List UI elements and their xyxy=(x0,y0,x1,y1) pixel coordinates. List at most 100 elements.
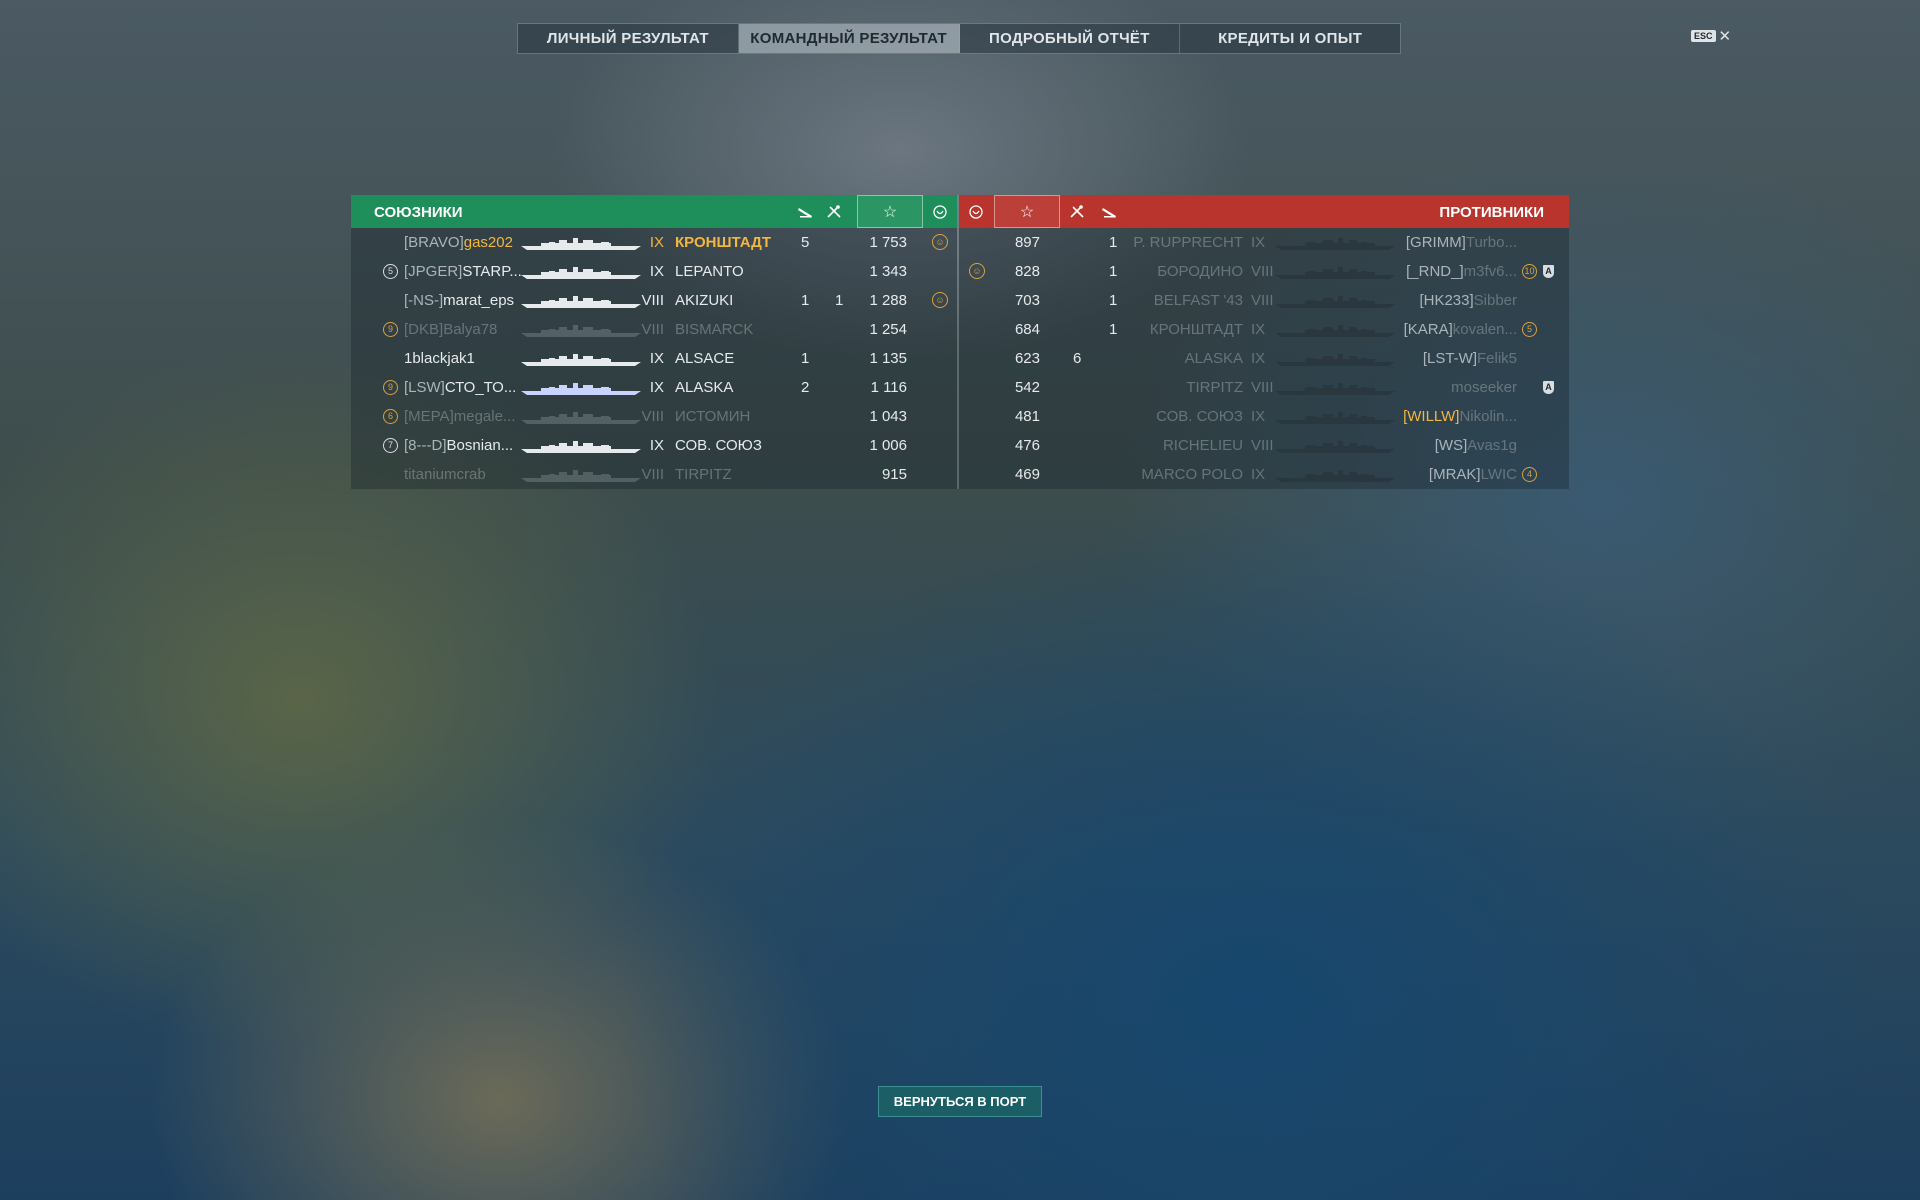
clan-tag: [WILLW] xyxy=(1403,408,1460,425)
ship-silhouette xyxy=(521,441,641,453)
base-xp-score: 481 xyxy=(1014,408,1040,425)
enemies-header: ☆ ПРОТИВНИКИ xyxy=(959,195,1569,228)
player-name[interactable]: [HK233]Sibber xyxy=(1419,292,1517,309)
ship-name: P. RUPPRECHT xyxy=(1133,234,1243,251)
player-name[interactable]: [LST-W]Felik5 xyxy=(1423,350,1517,367)
ship-silhouette xyxy=(521,383,641,395)
allies-title: СОЮЗНИКИ xyxy=(374,204,463,221)
enemy-row[interactable]: 476 RICHELIEU VIII [WS]Avas1g xyxy=(959,431,1569,460)
nickname: m3fv6... xyxy=(1463,263,1517,280)
enemy-row[interactable]: 703 1 BELFAST '43 VIII [HK233]Sibber xyxy=(959,286,1569,315)
ally-row[interactable]: [BRAVO]gas202 IX КРОНШТАДТ 5 1 753 ☺ xyxy=(351,228,957,257)
ship-silhouette xyxy=(1275,354,1395,366)
ship-tier: IX xyxy=(649,263,664,280)
results-tabs: ЛИЧНЫЙ РЕЗУЛЬТАТ КОМАНДНЫЙ РЕЗУЛЬТАТ ПОД… xyxy=(517,23,1401,54)
nickname: Turbo... xyxy=(1465,234,1517,251)
base-xp-score: 623 xyxy=(1014,350,1040,367)
clan-tag: [MRAK] xyxy=(1428,466,1481,483)
ally-row[interactable]: 9 [LSW]СТО_ТО... IX ALASKA 2 1 116 xyxy=(351,373,957,402)
player-name[interactable]: [JPGER]STARP... xyxy=(404,263,522,280)
enemy-row[interactable]: 542 TIRPITZ VIII moseeker A xyxy=(959,373,1569,402)
base-xp-score: 1 288 xyxy=(869,292,907,309)
ship-name: СОВ. СОЮЗ xyxy=(675,437,762,454)
enemy-row[interactable]: 623 6 ALASKA IX [LST-W]Felik5 xyxy=(959,344,1569,373)
base-xp-score: 1 135 xyxy=(869,350,907,367)
tab-credits-xp[interactable]: КРЕДИТЫ И ОПЫТ xyxy=(1180,24,1400,53)
medal-icon: ☺ xyxy=(969,263,985,279)
enemy-row[interactable]: 684 1 КРОНШТАДТ IX [KARA]kovalen... 5 xyxy=(959,315,1569,344)
torpedo-hits: 1 xyxy=(1109,321,1118,338)
ship-name: КРОНШТАДТ xyxy=(675,234,771,251)
enemy-row[interactable]: 469 MARCO POLO IX [MRAK]LWIC 4 xyxy=(959,460,1569,489)
clan-tag: [8---D] xyxy=(404,437,447,454)
ship-tier: IX xyxy=(649,379,664,396)
base-xp-score: 469 xyxy=(1014,466,1040,483)
player-name[interactable]: titaniumcrab xyxy=(404,466,486,483)
ally-row[interactable]: [-NS-]marat_eps VIII AKIZUKI 1 1 1 288 ☺ xyxy=(351,286,957,315)
planes-shot-icon xyxy=(1060,195,1094,228)
ally-row[interactable]: 7 [8---D]Bosnian... IX СОВ. СОЮЗ 1 006 xyxy=(351,431,957,460)
player-name[interactable]: [WS]Avas1g xyxy=(1435,437,1517,454)
ship-tier: IX xyxy=(649,437,664,454)
ship-name: ИСТОМИН xyxy=(675,408,751,425)
player-name[interactable]: [_RND_]m3fv6... xyxy=(1406,263,1517,280)
planes-shot: 6 xyxy=(1073,350,1082,367)
enemy-row[interactable]: 897 1 P. RUPPRECHT IX [GRIMM]Turbo... xyxy=(959,228,1569,257)
player-name[interactable]: [DKB]Balya78 xyxy=(404,321,497,338)
nickname: moseeker xyxy=(1451,379,1517,396)
ship-silhouette xyxy=(1275,383,1395,395)
close-icon: ✕ xyxy=(1718,28,1732,45)
ship-silhouette xyxy=(521,267,641,279)
base-xp-score: 1 254 xyxy=(869,321,907,338)
enemy-row[interactable]: ☺ 828 1 БОРОДИНО VIII [_RND_]m3fv6... 10 A xyxy=(959,257,1569,286)
medal-icon: ☺ xyxy=(932,292,948,308)
nickname: titaniumcrab xyxy=(404,466,486,483)
allies-panel: СОЮЗНИКИ ☆ [BRAVO]gas202 IX КРОНШТАДТ 5 1 75… xyxy=(351,195,957,489)
ship-silhouette xyxy=(1275,441,1395,453)
ally-row[interactable]: titaniumcrab VIII TIRPITZ 915 xyxy=(351,460,957,489)
nickname: 1blackjak1 xyxy=(404,350,475,367)
player-name[interactable]: [LSW]СТО_ТО... xyxy=(404,379,516,396)
player-name[interactable]: [GRIMM]Turbo... xyxy=(1406,234,1517,251)
player-name[interactable]: [MRAK]LWIC xyxy=(1429,466,1517,483)
player-name[interactable]: moseeker xyxy=(1451,379,1517,396)
enemy-row[interactable]: 481 СОВ. СОЮЗ IX [WILLW]Nikolin... xyxy=(959,402,1569,431)
player-name[interactable]: 1blackjak1 xyxy=(404,350,475,367)
clan-tag: [-NS-] xyxy=(404,292,444,309)
clan-tag: [MEPA] xyxy=(404,408,454,425)
ship-name: КРОНШТАДТ xyxy=(1149,321,1243,338)
nickname: Felik5 xyxy=(1476,350,1517,367)
ship-name: ALSACE xyxy=(675,350,735,367)
ally-row[interactable]: 1blackjak1 IX ALSACE 1 1 135 xyxy=(351,344,957,373)
tab-team-result[interactable]: КОМАНДНЫЙ РЕЗУЛЬТАТ xyxy=(738,24,960,53)
nickname: gas202 xyxy=(463,234,513,251)
player-name[interactable]: [KARA]kovalen... xyxy=(1404,321,1517,338)
tab-personal-result[interactable]: ЛИЧНЫЙ РЕЗУЛЬТАТ xyxy=(518,24,739,53)
ship-name: AKIZUKI xyxy=(675,292,734,309)
tab-detailed-report[interactable]: ПОДРОБНЫЙ ОТЧЁТ xyxy=(960,24,1181,53)
ship-name: TIRPITZ xyxy=(675,466,732,483)
ship-name: RICHELIEU xyxy=(1162,437,1243,454)
ally-row[interactable]: 9 [DKB]Balya78 VIII BISMARCK 1 254 xyxy=(351,315,957,344)
return-to-port-button[interactable]: ВЕРНУТЬСЯ В ПОРТ xyxy=(878,1086,1042,1117)
player-name[interactable]: [-NS-]marat_eps xyxy=(404,292,514,309)
ship-silhouette xyxy=(521,296,641,308)
ship-tier: IX xyxy=(1251,350,1266,367)
ship-tier: IX xyxy=(649,234,664,251)
player-name[interactable]: [8---D]Bosnian... xyxy=(404,437,513,454)
ally-row[interactable]: 5 [JPGER]STARP... IX LEPANTO 1 343 xyxy=(351,257,957,286)
nickname: Avas1g xyxy=(1467,437,1517,454)
base-xp-score: 1 753 xyxy=(869,234,907,251)
close-button[interactable]: ESC ✕ xyxy=(1691,27,1731,45)
ship-silhouette xyxy=(1275,238,1395,250)
player-name[interactable]: [WILLW]Nikolin... xyxy=(1403,408,1517,425)
rank-badge: 9 xyxy=(383,322,398,337)
player-name[interactable]: [MEPA]megale... xyxy=(404,408,515,425)
torpedo-hits: 1 xyxy=(801,292,810,309)
base-xp-score: 542 xyxy=(1014,379,1040,396)
ally-row[interactable]: 6 [MEPA]megale... VIII ИСТОМИН 1 043 xyxy=(351,402,957,431)
player-name[interactable]: [BRAVO]gas202 xyxy=(404,234,513,251)
rank-badge: 6 xyxy=(383,409,398,424)
base-xp-score: 1 343 xyxy=(869,263,907,280)
clan-tag: [LST-W] xyxy=(1422,350,1477,367)
